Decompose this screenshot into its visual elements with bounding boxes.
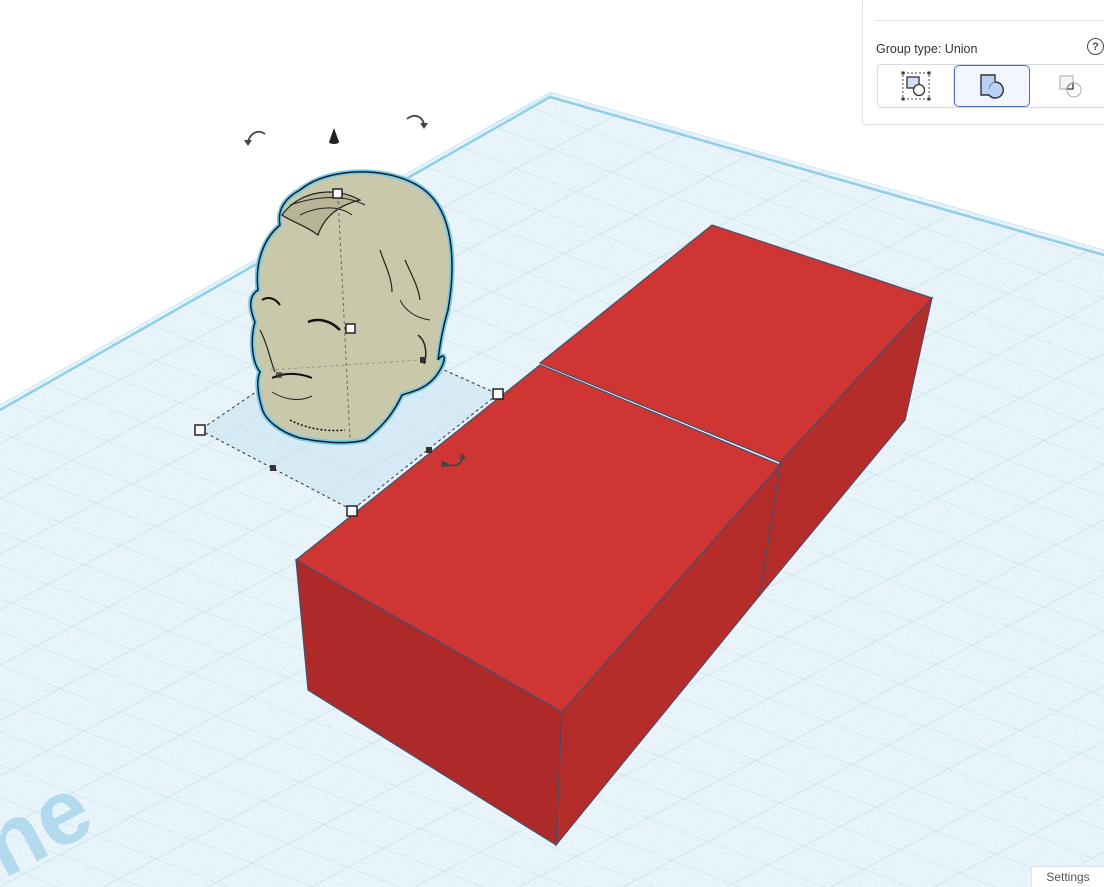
help-icon[interactable]: ?	[1087, 38, 1104, 55]
rotate-cw-icon[interactable]	[406, 114, 428, 129]
panel-divider	[875, 20, 1104, 21]
handle-top	[332, 188, 343, 199]
group-combine-button[interactable]	[878, 65, 954, 107]
handle-left-corner	[194, 424, 206, 436]
3d-viewport[interactable]: ne	[0, 0, 1104, 887]
rotate-ccw-icon[interactable]	[244, 130, 266, 146]
handle-edge-back-right	[420, 357, 426, 363]
group-union-icon	[980, 74, 1004, 99]
handle-edge-back-left	[276, 372, 282, 378]
group-union-button[interactable]	[954, 65, 1030, 107]
group-type-label: Group type: Union	[876, 42, 978, 56]
group-subtract-icon	[1059, 75, 1081, 98]
group-combine-icon	[901, 71, 930, 101]
handle-right-corner	[492, 388, 504, 400]
group-type-selector	[877, 64, 1104, 108]
handle-center	[345, 323, 356, 334]
group-subtract-button[interactable]	[1032, 65, 1104, 107]
handle-edge-front-right	[426, 447, 432, 453]
handle-edge-front-left	[270, 465, 276, 471]
settings-button[interactable]: Settings	[1031, 866, 1104, 887]
group-inspector-panel: Group type: Union ?	[862, 0, 1104, 125]
handle-front-corner	[346, 505, 358, 517]
cone-lift-icon[interactable]	[329, 128, 339, 144]
